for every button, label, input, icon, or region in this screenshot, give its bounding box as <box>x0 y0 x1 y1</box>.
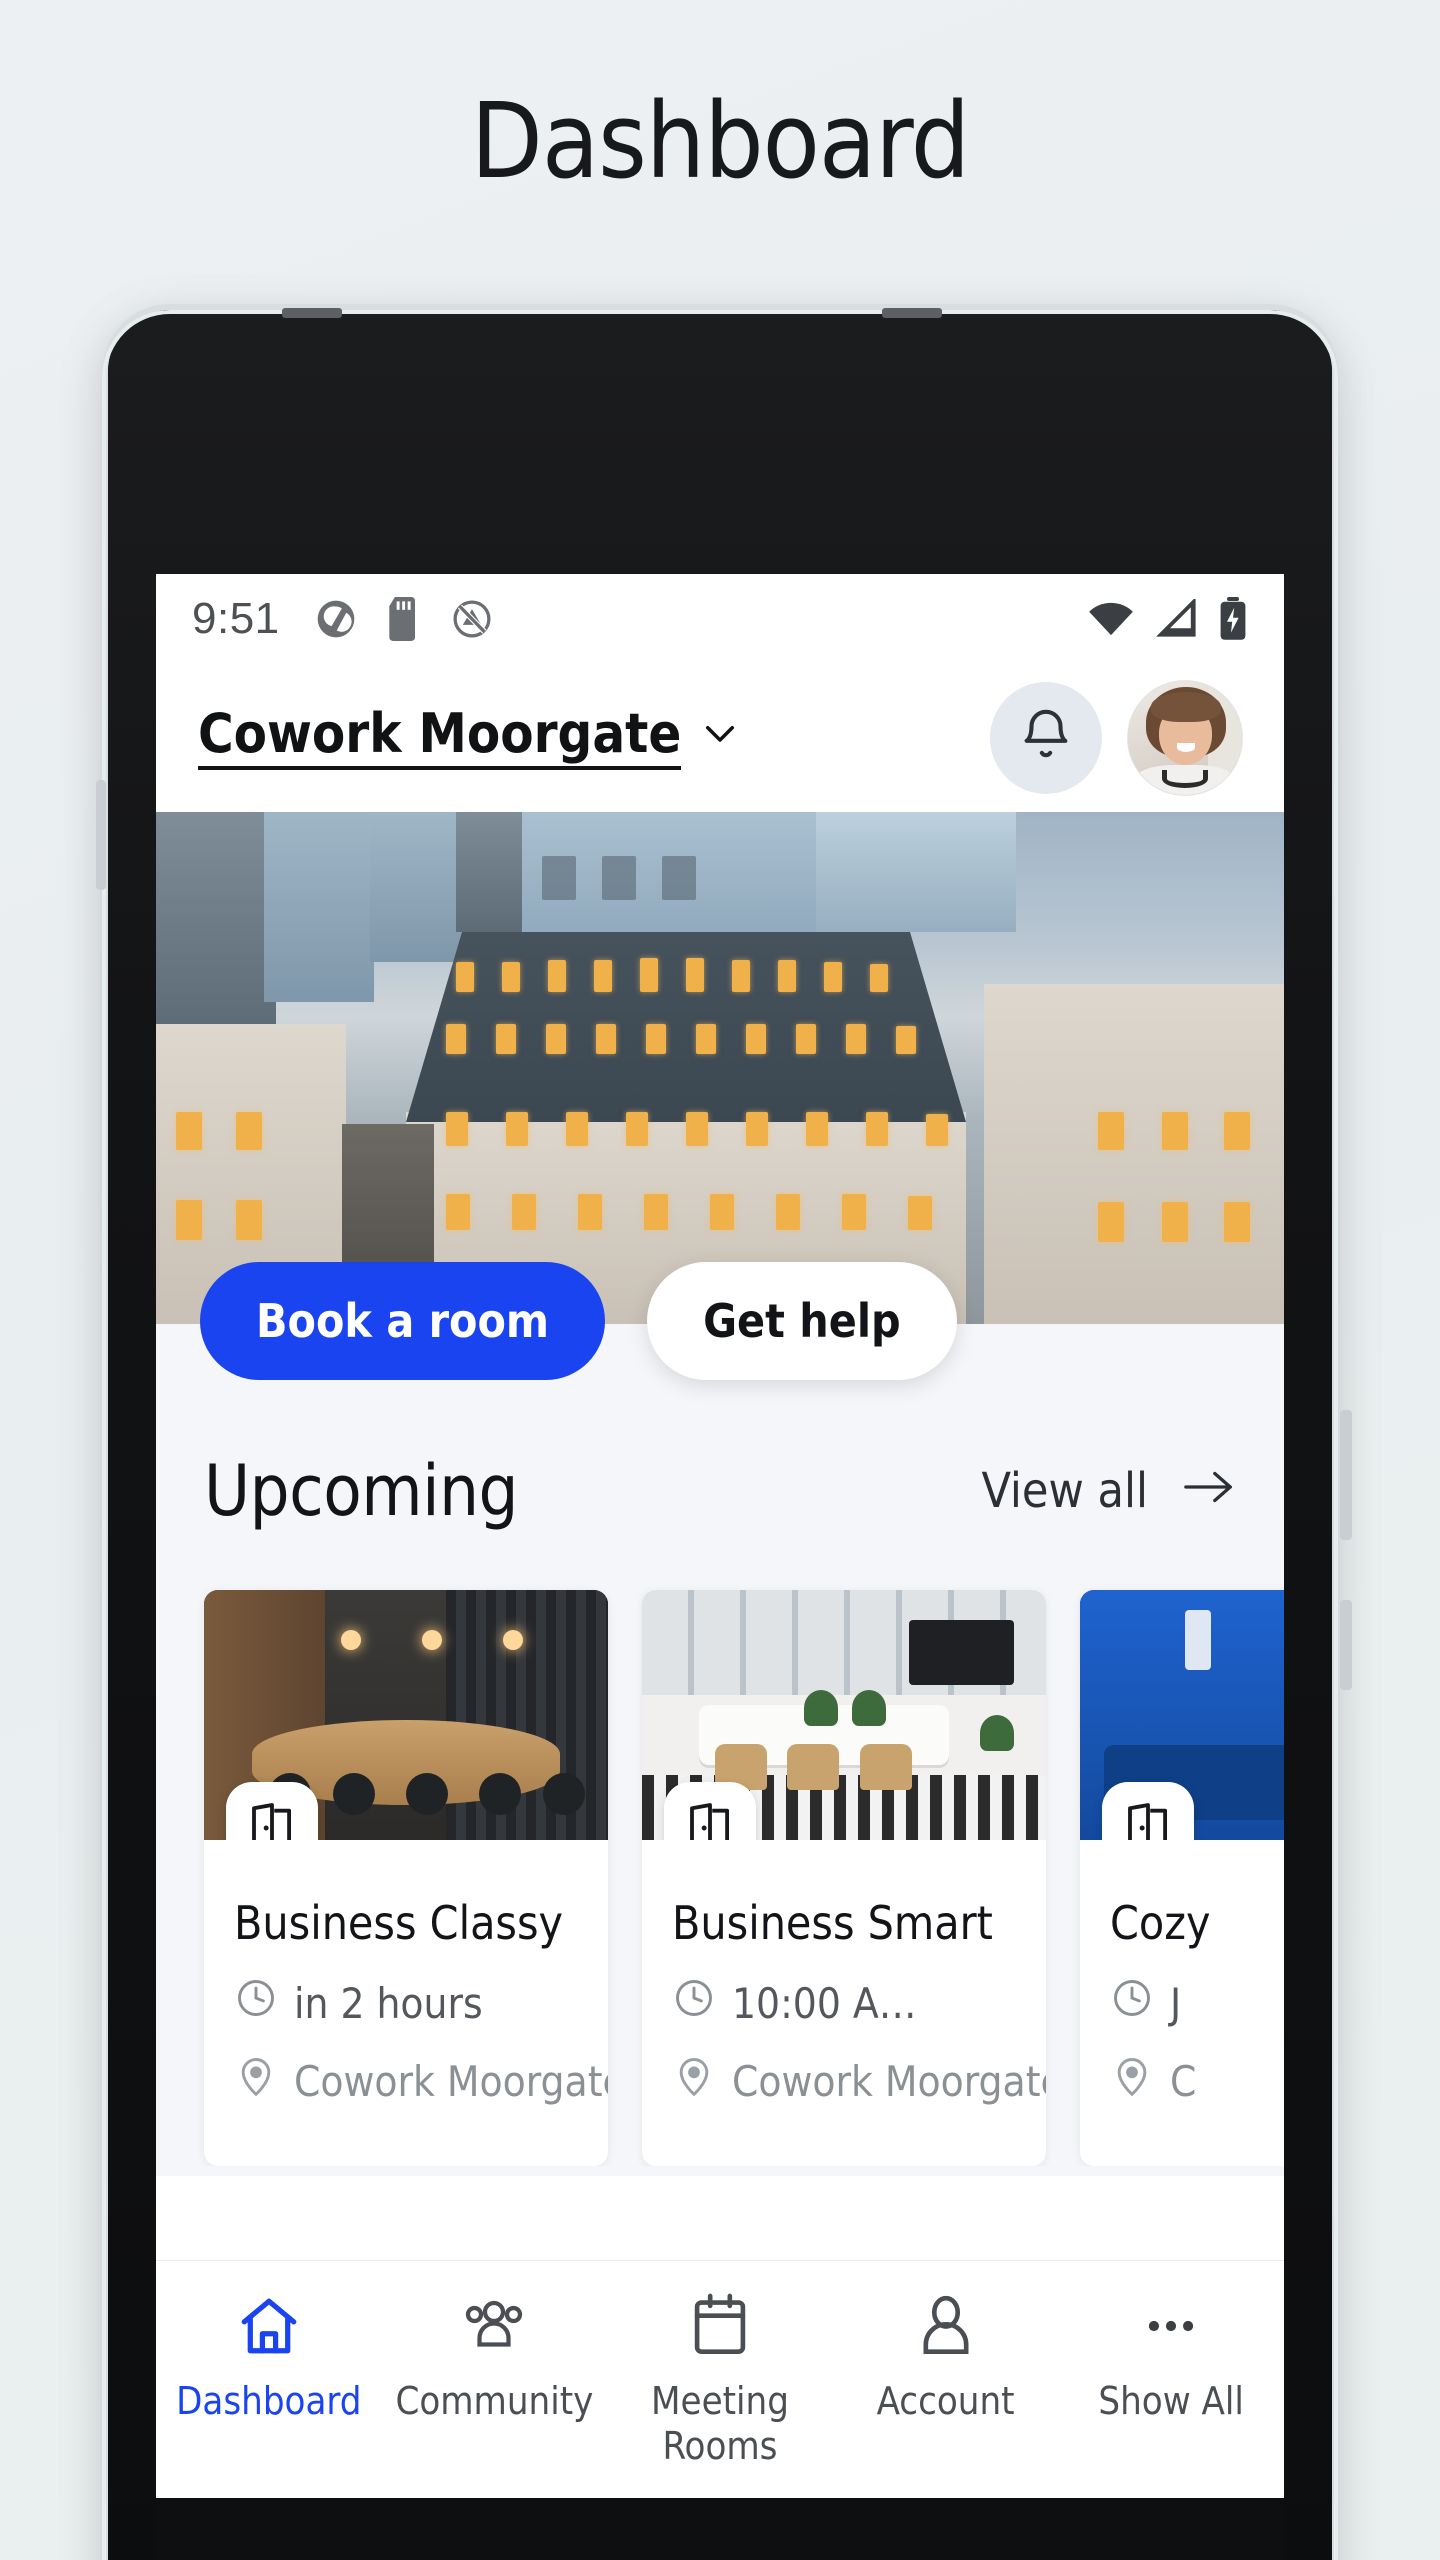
card-image <box>204 1590 608 1840</box>
clock-icon <box>1110 1976 1154 2030</box>
notifications-button[interactable] <box>990 682 1102 794</box>
card-body: Cozy J C <box>1080 1840 1284 2166</box>
camera-shutter-icon <box>314 597 358 641</box>
phone-top-vent-left <box>282 308 342 318</box>
status-bar-left-icons <box>314 597 494 641</box>
sd-card-icon <box>384 597 424 641</box>
status-bar: 9:51 <box>156 574 1284 664</box>
card-location: Cowork Moorgate <box>234 2054 608 2108</box>
nav-label: Community <box>395 2379 594 2423</box>
card-image <box>1080 1590 1284 1840</box>
list-item[interactable]: Business Classy in 2 hours Cowork Moorga… <box>204 1590 608 2166</box>
card-location-label: Cowork Moorgate <box>732 2056 1046 2106</box>
power-button[interactable] <box>1340 1600 1352 1690</box>
card-location-label: Cowork Moorgate <box>294 2056 608 2106</box>
header-actions <box>990 681 1242 795</box>
upcoming-section-header: Upcoming View all <box>156 1380 1284 1532</box>
bell-icon <box>1017 707 1075 770</box>
person-icon <box>916 2289 976 2363</box>
clock-icon <box>672 1976 716 2030</box>
card-time: J <box>1110 1976 1284 2030</box>
card-location: Cowork Moorgate <box>672 2054 1046 2108</box>
nav-label: Show All <box>1098 2379 1244 2423</box>
card-time-label: 10:00 A… <box>732 1978 917 2028</box>
card-body: Business Smart 10:00 A… Cowork Moorgate <box>642 1840 1046 2166</box>
card-time: in 2 hours <box>234 1976 578 2030</box>
card-title: Cozy <box>1110 1896 1211 1950</box>
venue-selector[interactable]: Cowork Moorgate <box>198 705 741 771</box>
map-pin-icon <box>234 2054 278 2108</box>
main-content: Book a room Get help Upcoming View all B… <box>156 1262 1284 2176</box>
hero-image <box>156 812 1284 1324</box>
card-body: Business Classy in 2 hours Cowork Moorga… <box>204 1840 608 2166</box>
card-location: C <box>1110 2054 1284 2108</box>
nav-item-account[interactable]: Account <box>833 2289 1059 2424</box>
hero-actions: Book a room Get help <box>156 1262 1284 1380</box>
calendar-icon <box>690 2289 750 2363</box>
card-time: 10:00 A… <box>672 1976 1016 2030</box>
volume-button[interactable] <box>1340 1410 1352 1540</box>
card-location-label: C <box>1170 2056 1197 2106</box>
avatar[interactable] <box>1128 681 1242 795</box>
open-door-icon <box>1102 1782 1194 1840</box>
get-help-button[interactable]: Get help <box>647 1262 957 1380</box>
card-image <box>642 1590 1046 1840</box>
card-title: Business Classy <box>234 1896 564 1950</box>
card-time-label: J <box>1170 1978 1182 2028</box>
nav-item-show-all[interactable]: Show All <box>1058 2289 1284 2424</box>
phone-mockup: 9:51 Cowork Moorgate Book a room Get hel… <box>72 308 1368 2560</box>
open-door-icon <box>664 1782 756 1840</box>
card-time-label: in 2 hours <box>294 1978 483 2028</box>
cellular-signal-icon <box>1154 599 1198 639</box>
side-button-left[interactable] <box>96 780 106 890</box>
chevron-down-icon <box>699 712 741 759</box>
book-a-room-button[interactable]: Book a room <box>200 1262 606 1380</box>
open-door-icon <box>226 1782 318 1840</box>
screen-record-icon <box>450 597 494 641</box>
nav-item-community[interactable]: Community <box>382 2289 608 2424</box>
list-item[interactable]: Cozy J C <box>1080 1590 1284 2166</box>
app-header: Cowork Moorgate <box>156 664 1284 812</box>
map-pin-icon <box>1110 2054 1154 2108</box>
nav-label: Dashboard <box>176 2379 362 2423</box>
home-icon <box>236 2289 302 2363</box>
card-title: Business Smart <box>672 1896 993 1950</box>
phone-top-vent-right <box>882 308 942 318</box>
ellipsis-icon <box>1139 2289 1203 2363</box>
bottom-navigation: Dashboard Community Meeting Rooms Accoun… <box>156 2260 1284 2498</box>
upcoming-cards-list[interactable]: Business Classy in 2 hours Cowork Moorga… <box>156 1532 1284 2166</box>
phone-chin <box>156 2498 1284 2560</box>
status-bar-time: 9:51 <box>192 594 280 643</box>
wifi-icon <box>1088 599 1134 639</box>
venue-name: Cowork Moorgate <box>198 705 682 771</box>
status-bar-right-icons <box>1088 597 1248 641</box>
upcoming-title: Upcoming <box>204 1450 519 1532</box>
page-title: Dashboard <box>470 80 970 202</box>
people-icon <box>459 2289 529 2363</box>
clock-icon <box>234 1976 278 2030</box>
view-all-label: View all <box>981 1463 1148 1519</box>
arrow-right-icon <box>1182 1463 1236 1519</box>
phone-screen: 9:51 Cowork Moorgate Book a room Get hel… <box>156 574 1284 2498</box>
list-item[interactable]: Business Smart 10:00 A… Cowork Moorgate <box>642 1590 1046 2166</box>
nav-label: Account <box>876 2379 1015 2423</box>
battery-charging-icon <box>1218 597 1248 641</box>
nav-item-meeting-rooms[interactable]: Meeting Rooms <box>607 2289 833 2469</box>
view-all-button[interactable]: View all <box>981 1463 1236 1519</box>
nav-label: Meeting Rooms <box>651 2379 789 2468</box>
nav-item-dashboard[interactable]: Dashboard <box>156 2289 382 2424</box>
map-pin-icon <box>672 2054 716 2108</box>
